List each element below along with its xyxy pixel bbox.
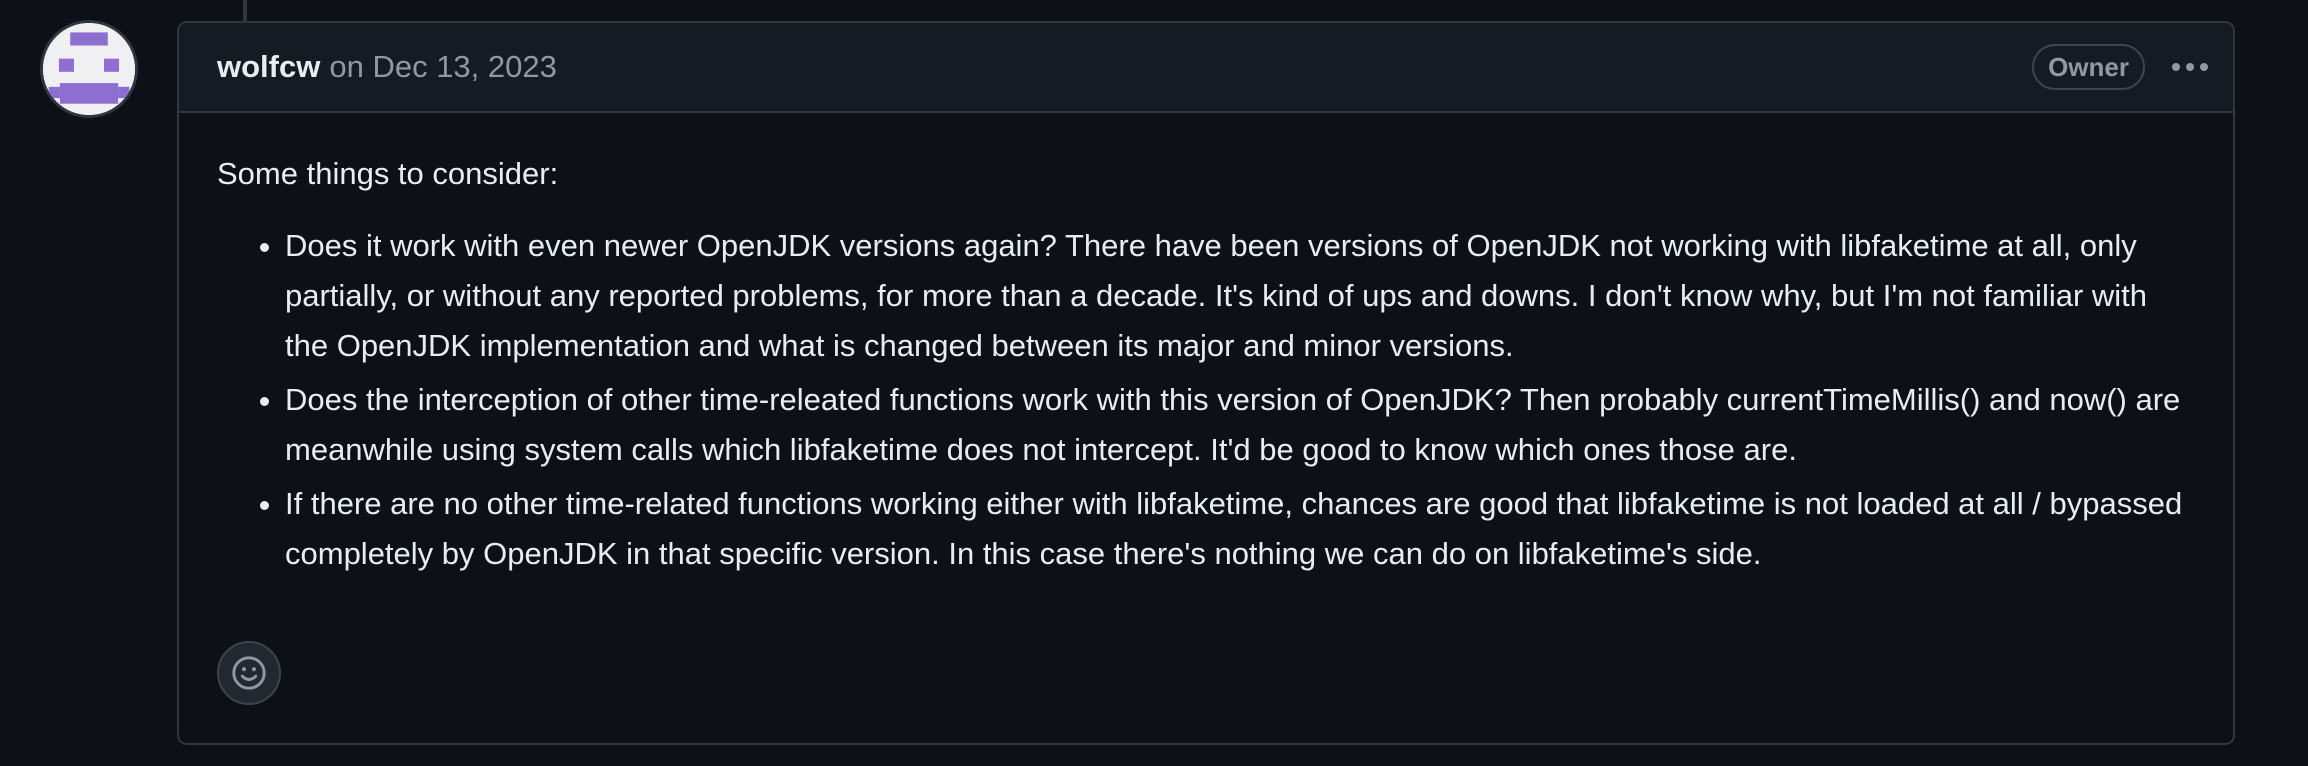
owner-badge: Owner	[2032, 44, 2145, 90]
author-avatar[interactable]	[40, 20, 138, 118]
comment-bullet-list: Does it work with even newer OpenJDK ver…	[217, 221, 2195, 579]
author-link[interactable]: wolfcw	[217, 49, 320, 85]
comment-date-link[interactable]: Dec 13, 2023	[372, 49, 556, 84]
kebab-horizontal-icon[interactable]	[2167, 47, 2213, 87]
list-item: If there are no other time-related funct…	[285, 479, 2195, 579]
add-reaction-button[interactable]	[217, 641, 281, 705]
kebab-dot	[2200, 63, 2208, 71]
list-item: Does it work with even newer OpenJDK ver…	[285, 221, 2195, 371]
comment-container: wolfcw on Dec 13, 2023 Owner Some things…	[177, 21, 2235, 745]
kebab-dot	[2172, 63, 2180, 71]
header-actions: Owner	[2032, 23, 2213, 111]
comment-meta: on Dec 13, 2023	[329, 49, 557, 85]
timeline-connector	[243, 0, 247, 22]
comment-intro: Some things to consider:	[217, 156, 559, 191]
list-item: Does the interception of other time-rele…	[285, 375, 2195, 475]
meta-prefix: on	[329, 49, 364, 84]
identicon-avatar	[43, 23, 135, 115]
smiley-icon	[232, 656, 266, 690]
comment-body: Some things to consider: Does it work wi…	[179, 113, 2233, 579]
comment-header: wolfcw on Dec 13, 2023 Owner	[179, 23, 2233, 113]
kebab-dot	[2186, 63, 2194, 71]
